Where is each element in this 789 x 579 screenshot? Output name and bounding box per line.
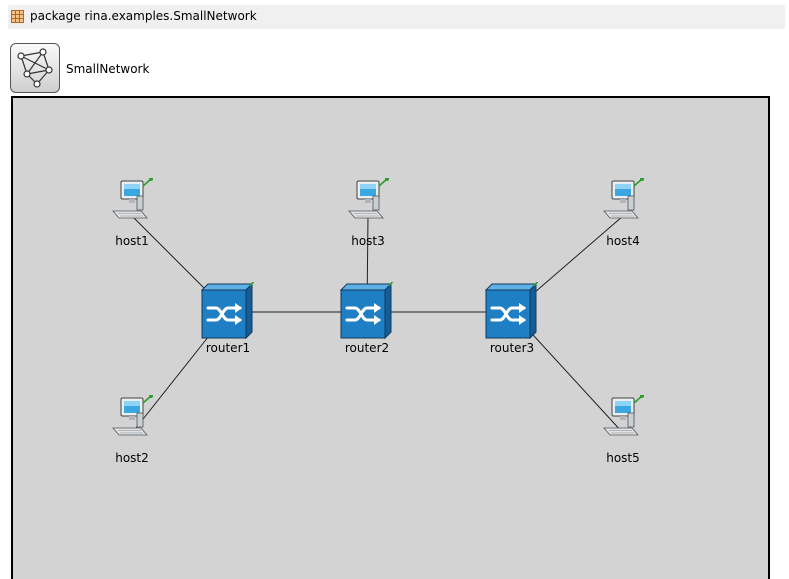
host2-label: host2 xyxy=(115,451,149,465)
host3-label: host3 xyxy=(351,234,385,248)
host4-label: host4 xyxy=(606,234,640,248)
computer-icon xyxy=(112,395,153,436)
router3-label: router3 xyxy=(489,341,535,355)
host5-label: host5 xyxy=(606,451,640,465)
router-icon xyxy=(484,282,539,340)
host1-label: host1 xyxy=(115,234,149,248)
computer-icon xyxy=(348,178,389,219)
computer-icon xyxy=(112,178,153,219)
router-icon xyxy=(200,282,255,340)
computer-icon xyxy=(603,395,644,436)
router1-label: router1 xyxy=(205,341,251,355)
computer-icon xyxy=(603,178,644,219)
router2-label: router2 xyxy=(344,341,390,355)
router-icon xyxy=(339,282,394,340)
